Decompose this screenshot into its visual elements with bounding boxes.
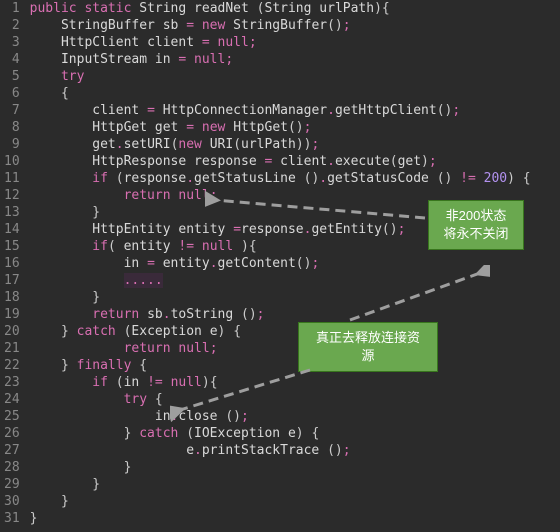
line-number: 8 [4, 119, 20, 136]
code-line: } catch (Exception e) { [30, 323, 560, 340]
line-number: 10 [4, 153, 20, 170]
line-number: 4 [4, 51, 20, 68]
line-number: 11 [4, 170, 20, 187]
code-line: in.close (); [30, 408, 560, 425]
annotation-text: 源 [307, 347, 429, 365]
line-number: 9 [4, 136, 20, 153]
annotation-text: 非200状态 [437, 207, 515, 225]
code-line: try { [30, 391, 560, 408]
code-line: } [30, 459, 560, 476]
line-number: 27 [4, 442, 20, 459]
line-number: 31 [4, 510, 20, 527]
code-line: return sb.toString (); [30, 306, 560, 323]
annotation-text: 将永不关闭 [437, 225, 515, 243]
line-number: 24 [4, 391, 20, 408]
line-number: 26 [4, 425, 20, 442]
line-number: 16 [4, 255, 20, 272]
code-line: ..... [30, 272, 560, 289]
line-number: 28 [4, 459, 20, 476]
code-line: } finally { [30, 357, 560, 374]
code-line: get.setURI(new URI(urlPath)); [30, 136, 560, 153]
line-number: 15 [4, 238, 20, 255]
code-line: } [30, 289, 560, 306]
code-editor: 1234567891011121314151617181920212223242… [0, 0, 560, 527]
code-line: in = entity.getContent(); [30, 255, 560, 272]
code-line: client = HttpConnectionManager.getHttpCl… [30, 102, 560, 119]
line-number: 25 [4, 408, 20, 425]
annotation-text: 真正去释放连接资 [307, 329, 429, 347]
code-line: HttpResponse response = client.execute(g… [30, 153, 560, 170]
line-number: 19 [4, 306, 20, 323]
code-line: try [30, 68, 560, 85]
annotation-release-resource: 真正去释放连接资 源 [298, 322, 438, 372]
code-line: InputStream in = null; [30, 51, 560, 68]
line-number: 7 [4, 102, 20, 119]
code-line: return null; [30, 340, 560, 357]
line-number: 12 [4, 187, 20, 204]
line-number: 14 [4, 221, 20, 238]
line-number: 21 [4, 340, 20, 357]
line-number: 20 [4, 323, 20, 340]
line-number: 17 [4, 272, 20, 289]
line-number: 5 [4, 68, 20, 85]
code-line: public static String readNet (String url… [30, 0, 560, 17]
line-number-gutter: 1234567891011121314151617181920212223242… [0, 0, 28, 527]
line-number: 29 [4, 476, 20, 493]
line-number: 30 [4, 493, 20, 510]
line-number: 13 [4, 204, 20, 221]
line-number: 2 [4, 17, 20, 34]
annotation-non-200: 非200状态 将永不关闭 [428, 200, 524, 250]
code-line: StringBuffer sb = new StringBuffer(); [30, 17, 560, 34]
code-line: if (response.getStatusLine ().getStatusC… [30, 170, 560, 187]
code-line: HttpGet get = new HttpGet(); [30, 119, 560, 136]
line-number: 1 [4, 0, 20, 17]
code-area: public static String readNet (String url… [28, 0, 560, 527]
code-line: } catch (IOException e) { [30, 425, 560, 442]
line-number: 22 [4, 357, 20, 374]
code-line: } [30, 510, 560, 527]
line-number: 23 [4, 374, 20, 391]
code-line: { [30, 85, 560, 102]
line-number: 3 [4, 34, 20, 51]
code-line: HttpClient client = null; [30, 34, 560, 51]
code-line: e.printStackTrace (); [30, 442, 560, 459]
code-line: if (in != null){ [30, 374, 560, 391]
code-line: } [30, 476, 560, 493]
line-number: 18 [4, 289, 20, 306]
code-line: } [30, 493, 560, 510]
line-number: 6 [4, 85, 20, 102]
